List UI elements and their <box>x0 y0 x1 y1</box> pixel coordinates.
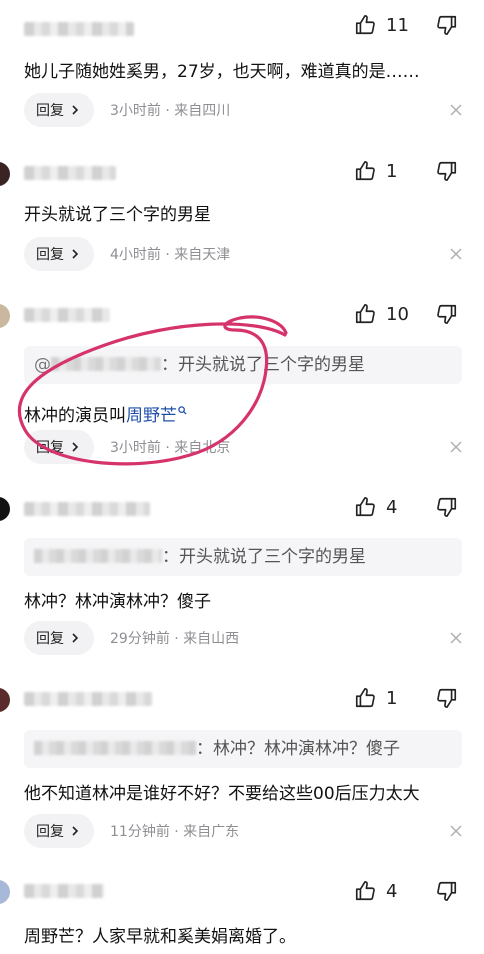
like-count: 4 <box>386 880 398 902</box>
thumbs-up-icon <box>354 880 376 902</box>
dislike-button[interactable] <box>436 880 458 902</box>
avatar[interactable] <box>0 162 10 186</box>
comment-text-prefix: 林冲的演员叫 <box>24 406 126 426</box>
close-icon[interactable] <box>450 825 462 837</box>
like-button[interactable]: 4 <box>354 496 410 518</box>
reply-button[interactable]: 回复 <box>24 430 94 464</box>
reply-label: 回复 <box>36 824 64 840</box>
thumbs-down-icon <box>436 687 458 709</box>
comment-text: 林冲的演员叫周野芒 <box>24 398 187 428</box>
like-controls: 4 <box>354 496 458 518</box>
comment-meta-row: 回复 4小时前 · 来自天津 <box>24 237 462 271</box>
like-count: 1 <box>386 687 398 709</box>
like-button[interactable]: 1 <box>354 160 410 182</box>
thumbs-up-icon <box>354 687 376 709</box>
username-blurred <box>24 308 110 322</box>
reply-button[interactable]: 回复 <box>24 93 94 127</box>
chevron-right-icon <box>70 105 80 115</box>
thumbs-down-icon <box>436 496 458 518</box>
username-blurred <box>24 884 104 898</box>
dislike-button[interactable] <box>436 160 458 182</box>
like-button[interactable]: 1 <box>354 687 410 709</box>
like-controls: 10 <box>354 303 458 325</box>
quoted-username-blurred <box>34 741 196 755</box>
dislike-button[interactable] <box>436 687 458 709</box>
comment-text: 她儿子随她姓奚男，27岁，也天啊，难道真的是…… <box>24 62 420 82</box>
reply-button[interactable]: 回复 <box>24 621 94 655</box>
username-blurred <box>24 692 152 706</box>
avatar[interactable] <box>0 497 10 521</box>
quoted-username-blurred <box>34 549 162 563</box>
thumbs-down-icon <box>436 14 458 36</box>
reply-label: 回复 <box>36 631 64 647</box>
avatar[interactable] <box>0 304 10 328</box>
close-icon[interactable] <box>450 632 462 644</box>
quote-mention-at: @ <box>34 355 51 375</box>
dislike-button[interactable] <box>436 496 458 518</box>
like-count: 11 <box>386 14 409 36</box>
reply-button[interactable]: 回复 <box>24 237 94 271</box>
like-controls: 1 <box>354 687 458 709</box>
comment-meta-row: 回复 29分钟前 · 来自山西 <box>24 621 462 655</box>
chevron-right-icon <box>70 249 80 259</box>
timestamp-location: 11分钟前 · 来自广东 <box>110 824 240 840</box>
thumbs-up-icon <box>354 160 376 182</box>
thumbs-up-icon <box>354 14 376 36</box>
search-link-name[interactable]: 周野芒 <box>126 406 177 426</box>
quoted-reply[interactable]: @ ：开头就说了三个字的男星 <box>24 346 462 384</box>
like-controls: 4 <box>354 880 458 902</box>
thumbs-down-icon <box>436 160 458 182</box>
comment-text: 开头就说了三个字的男星 <box>24 205 211 225</box>
comment-text: 周野芒？人家早就和奚美娟离婚了。 <box>24 927 296 947</box>
chevron-right-icon <box>70 633 80 643</box>
timestamp-location: 3小时前 · 来自四川 <box>110 103 231 119</box>
avatar[interactable] <box>0 880 10 904</box>
comment-text: 林冲？林冲演林冲？傻子 <box>24 592 211 612</box>
like-controls: 1 <box>354 160 458 182</box>
like-count: 1 <box>386 160 398 182</box>
reply-label: 回复 <box>36 247 64 263</box>
quote-text: ：林冲？林冲演林冲？傻子 <box>196 739 400 759</box>
thumbs-down-icon <box>436 880 458 902</box>
reply-label: 回复 <box>36 103 64 119</box>
username-blurred <box>24 22 134 36</box>
comment-meta-row: 回复 11分钟前 · 来自广东 <box>24 814 462 848</box>
like-controls: 11 <box>354 14 458 36</box>
reply-label: 回复 <box>36 440 64 456</box>
thumbs-up-icon <box>354 496 376 518</box>
comment-text: 他不知道林冲是谁好不好？不要给这些00后压力太大 <box>24 784 420 804</box>
search-icon[interactable] <box>178 398 187 422</box>
comment-meta-row: 回复 3小时前 · 来自北京 <box>24 430 462 464</box>
like-button[interactable]: 4 <box>354 880 410 902</box>
like-count: 10 <box>386 303 409 325</box>
username-blurred <box>24 502 150 516</box>
close-icon[interactable] <box>450 248 462 260</box>
like-button[interactable]: 11 <box>354 14 410 36</box>
close-icon[interactable] <box>450 441 462 453</box>
timestamp-location: 3小时前 · 来自北京 <box>110 440 231 456</box>
thumbs-down-icon <box>436 303 458 325</box>
comment-meta-row: 回复 3小时前 · 来自四川 <box>24 93 462 127</box>
dislike-button[interactable] <box>436 14 458 36</box>
quoted-username-blurred <box>51 357 161 371</box>
avatar[interactable] <box>0 688 10 712</box>
quoted-reply[interactable]: ：开头就说了三个字的男星 <box>24 538 462 576</box>
timestamp-location: 4小时前 · 来自天津 <box>110 247 231 263</box>
username-blurred <box>24 166 116 180</box>
quoted-reply[interactable]: ：林冲？林冲演林冲？傻子 <box>24 730 462 768</box>
quote-text: ：开头就说了三个字的男星 <box>162 547 366 567</box>
quote-text: ：开头就说了三个字的男星 <box>161 355 365 375</box>
chevron-right-icon <box>70 442 80 452</box>
reply-button[interactable]: 回复 <box>24 814 94 848</box>
like-button[interactable]: 10 <box>354 303 410 325</box>
like-count: 4 <box>386 496 398 518</box>
timestamp-location: 29分钟前 · 来自山西 <box>110 631 240 647</box>
thumbs-up-icon <box>354 303 376 325</box>
dislike-button[interactable] <box>436 303 458 325</box>
chevron-right-icon <box>70 826 80 836</box>
close-icon[interactable] <box>450 104 462 116</box>
annotation-circle <box>17 315 288 466</box>
